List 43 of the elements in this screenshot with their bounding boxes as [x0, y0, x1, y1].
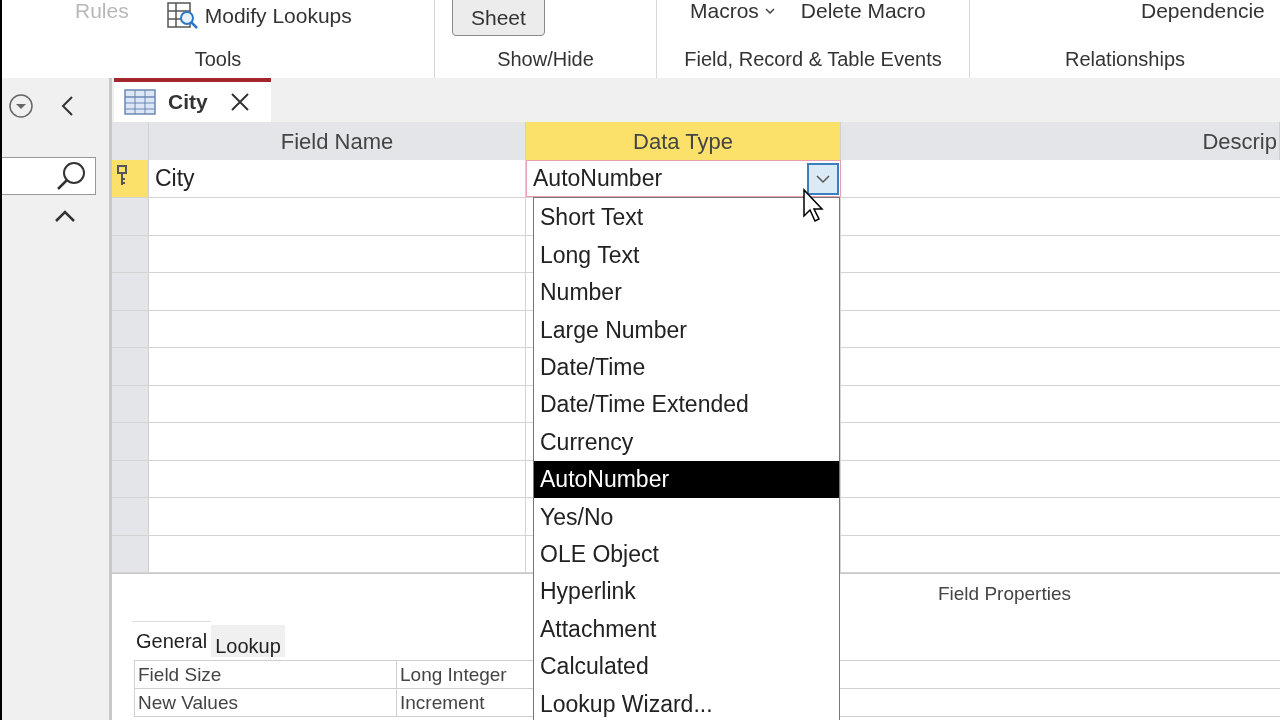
tab-label: City [168, 89, 208, 116]
list-option[interactable]: Calculated [534, 647, 839, 686]
list-option[interactable]: Date/Time Extended [534, 385, 839, 424]
macros-menu[interactable]: Macros [690, 0, 775, 21]
close-icon[interactable] [229, 92, 250, 112]
ribbon-command[interactable]: Delete Macro [800, 0, 926, 21]
ribbon-command[interactable]: Dependencie [1141, 0, 1265, 21]
list-option[interactable]: OLE Object [534, 535, 839, 573]
list-option[interactable]: Lookup Wizard... [534, 685, 839, 720]
list-option[interactable]: Hyperlink [534, 572, 839, 611]
property-name: New Values [135, 688, 397, 716]
search-field[interactable] [2, 157, 96, 195]
property-name: Field Size [135, 660, 397, 688]
dropdown-circle-icon[interactable] [8, 93, 34, 119]
panel-title: Field Properties [937, 582, 1071, 606]
chevron-up-icon[interactable] [54, 209, 76, 223]
caret-icon [764, 7, 775, 14]
properties-tab[interactable]: Lookup [211, 624, 285, 657]
row-selector[interactable] [112, 160, 149, 197]
data-type-combo[interactable]: AutoNumber [526, 160, 841, 197]
document-tab[interactable]: City [114, 78, 271, 122]
modify-lookups-button[interactable]: Modify Lookups [204, 4, 352, 26]
property-value[interactable]: Long Integer [397, 660, 531, 688]
group-label: Relationships [1064, 47, 1186, 72]
list-option[interactable]: Attachment [534, 610, 839, 648]
table-cell[interactable]: City [149, 160, 526, 197]
sheet-button[interactable]: Sheet [452, 0, 545, 36]
group-label: Field, Record & Table Events [684, 47, 942, 72]
group-label: Show/Hide [497, 47, 594, 72]
group-label: Tools [194, 47, 242, 72]
list-option[interactable]: Large Number [534, 311, 839, 349]
property-value[interactable]: Increment [397, 688, 531, 716]
list-option[interactable]: Short Text [534, 199, 839, 237]
column-header[interactable]: Data Type [526, 122, 841, 160]
list-option[interactable]: Number [534, 273, 839, 312]
list-option[interactable]: Yes/No [534, 498, 839, 536]
list-option[interactable]: Long Text [534, 236, 839, 274]
search-icon [55, 160, 87, 192]
list-option[interactable]: Date/Time [534, 348, 839, 386]
list-option[interactable]: Currency [534, 423, 839, 461]
list-option[interactable]: AutoNumber [534, 460, 839, 499]
collapse-icon[interactable] [60, 95, 74, 117]
table-icon [124, 89, 156, 115]
